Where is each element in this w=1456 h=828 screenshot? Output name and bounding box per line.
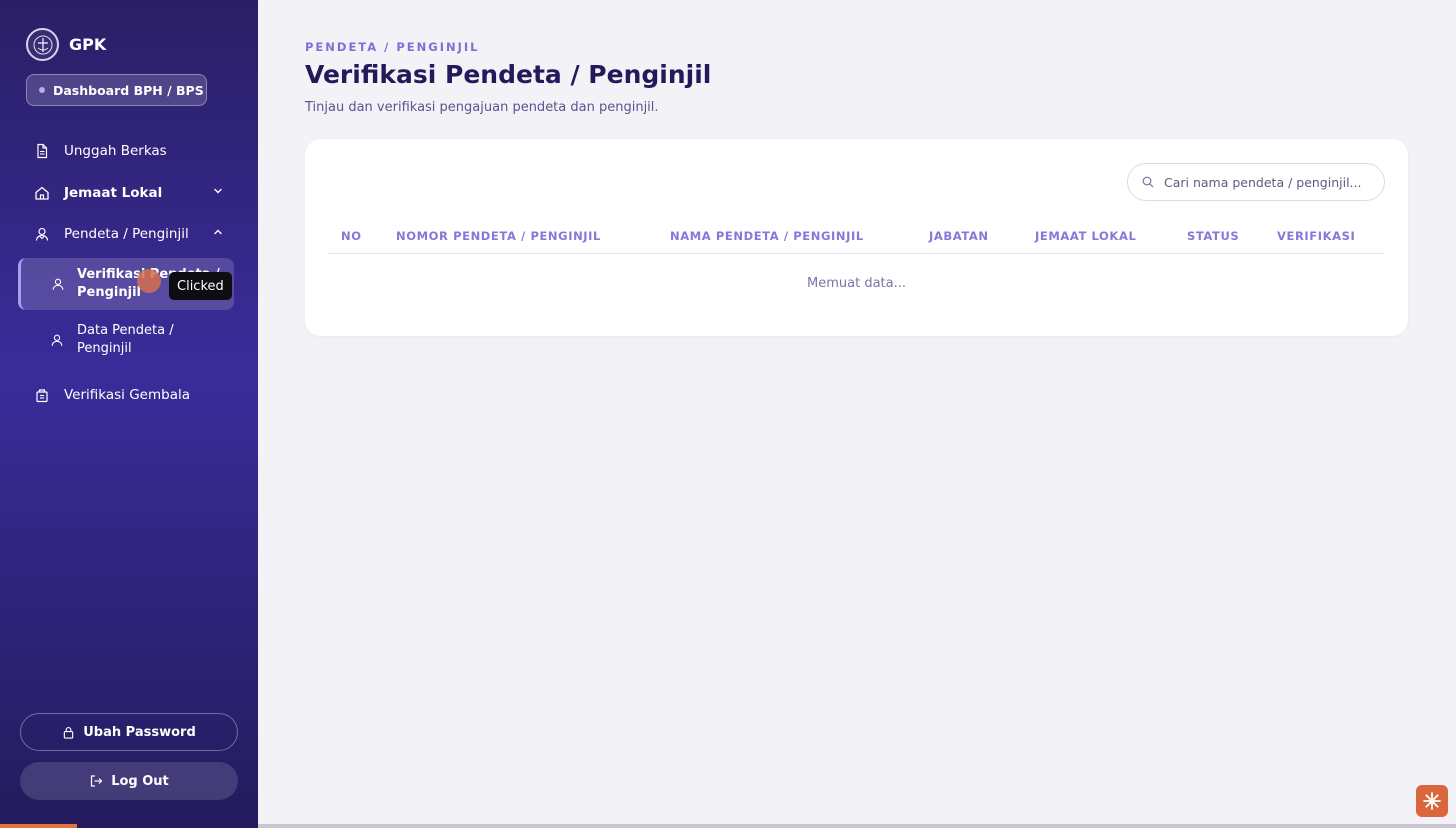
role-dot-icon — [39, 87, 45, 93]
bottom-divider — [258, 824, 1456, 828]
user-badge-icon — [35, 227, 49, 241]
label-line-2: Penginjil — [77, 341, 132, 356]
click-indicator — [137, 269, 161, 293]
chevron-down-icon — [214, 188, 222, 194]
sidebar-item-label: Pendeta / Penginjil — [64, 226, 189, 242]
column-header-verifikasi[interactable]: VERIFIKASI — [1277, 229, 1355, 243]
search-icon — [1142, 176, 1154, 188]
clicked-tooltip: Clicked — [169, 272, 232, 300]
breadcrumb: PENDETA / PENGINJIL — [305, 40, 480, 54]
brand[interactable]: GPK — [26, 28, 106, 61]
user-badge-icon — [52, 278, 64, 290]
assistant-button[interactable] — [1416, 785, 1448, 817]
logout-icon — [91, 775, 103, 787]
sidebar-item-label: Unggah Berkas — [64, 143, 167, 159]
user-badge-icon — [51, 334, 63, 346]
brand-name: GPK — [69, 35, 107, 54]
building-icon — [36, 389, 48, 403]
loading-progress-bar — [0, 824, 77, 828]
lock-icon — [64, 726, 74, 739]
chevron-up-icon — [214, 229, 222, 235]
sidebar-subitem-data-pendeta[interactable]: Data Pendeta / Penginjil — [18, 316, 234, 364]
sidebar-item-verifikasi-gembala[interactable]: Verifikasi Gembala — [20, 378, 238, 412]
role-badge[interactable]: Dashboard BPH / BPS — [26, 74, 207, 106]
column-header-status[interactable]: STATUS — [1187, 229, 1239, 243]
home-icon — [35, 186, 49, 200]
loading-message: Memuat data... — [807, 276, 906, 291]
table-header: NO NOMOR PENDETA / PENGINJIL NAMA PENDET… — [328, 227, 1385, 254]
search-box[interactable] — [1127, 163, 1385, 201]
label-line-2: Penginjil — [77, 285, 141, 300]
role-badge-label: Dashboard BPH / BPS — [53, 82, 204, 98]
column-header-nomor[interactable]: NOMOR PENDETA / PENGINJIL — [396, 229, 601, 243]
sidebar: GPK Dashboard BPH / BPS Unggah Berkas Je… — [0, 0, 258, 828]
column-header-no[interactable]: NO — [341, 229, 362, 243]
sidebar-item-unggah-berkas[interactable]: Unggah Berkas — [20, 134, 238, 168]
column-header-nama[interactable]: NAMA PENDETA / PENGINJIL — [670, 229, 864, 243]
table-card: NO NOMOR PENDETA / PENGINJIL NAMA PENDET… — [305, 139, 1408, 336]
sidebar-item-label: Verifikasi Gembala — [64, 387, 191, 403]
sidebar-item-pendeta-penginjil[interactable]: Pendeta / Penginjil — [20, 217, 238, 251]
change-password-button[interactable]: Ubah Password — [20, 713, 238, 751]
logout-button[interactable]: Log Out — [20, 762, 238, 800]
logout-label: Log Out — [111, 773, 169, 789]
church-seal-icon — [26, 28, 59, 61]
sidebar-subitem-label: Data Pendeta / Penginjil — [77, 322, 174, 358]
document-icon — [37, 143, 48, 159]
search-input[interactable] — [1164, 174, 1374, 190]
change-password-label: Ubah Password — [83, 724, 196, 740]
column-header-jemaat-lokal[interactable]: JEMAAT LOKAL — [1035, 229, 1136, 243]
page-subtitle: Tinjau dan verifikasi pengajuan pendeta … — [305, 100, 659, 115]
sidebar-item-jemaat-lokal[interactable]: Jemaat Lokal — [20, 176, 238, 210]
sidebar-item-label: Jemaat Lokal — [64, 185, 163, 201]
label-line-1: Data Pendeta / — [77, 323, 174, 338]
page-title: Verifikasi Pendeta / Penginjil — [305, 60, 712, 89]
sparkle-icon — [1423, 792, 1441, 810]
column-header-jabatan[interactable]: JABATAN — [929, 229, 989, 243]
